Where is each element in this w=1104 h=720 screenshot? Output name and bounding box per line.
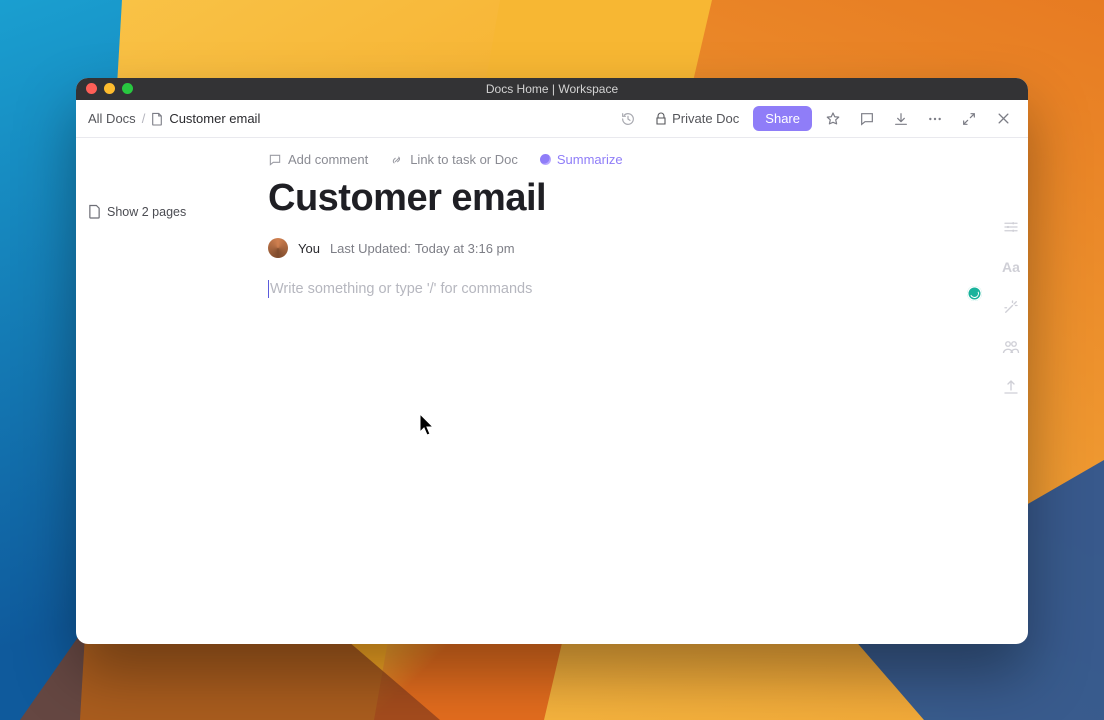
doc-main: Add comment Link to task or Doc Summariz…	[268, 138, 1028, 644]
history-icon[interactable]	[615, 106, 641, 132]
summarize-label: Summarize	[557, 152, 623, 167]
window-zoom-dot[interactable]	[122, 83, 133, 94]
doc-editor[interactable]: Write something or type '/' for commands	[268, 280, 998, 580]
text-caret	[268, 280, 269, 298]
privacy-toggle[interactable]: Private Doc	[649, 111, 745, 126]
sliders-icon[interactable]	[1002, 218, 1020, 236]
download-arrow-icon[interactable]	[888, 106, 914, 132]
window-minimize-dot[interactable]	[104, 83, 115, 94]
more-horizontal-icon[interactable]	[922, 106, 948, 132]
breadcrumb-current[interactable]: Customer email	[169, 111, 260, 126]
add-comment-label: Add comment	[288, 152, 368, 167]
app-window: Docs Home | Workspace All Docs / Custome…	[76, 78, 1028, 644]
window-titlebar: Docs Home | Workspace	[76, 78, 1028, 100]
comment-outline-icon	[268, 153, 282, 167]
add-comment-button[interactable]: Add comment	[268, 152, 368, 167]
close-icon[interactable]	[990, 106, 1016, 132]
doc-toolbar: All Docs / Customer email Private Doc Sh…	[76, 100, 1028, 138]
collapse-icon[interactable]	[956, 106, 982, 132]
doc-action-row: Add comment Link to task or Doc Summariz…	[268, 152, 998, 167]
link-to-doc-label: Link to task or Doc	[410, 152, 518, 167]
author-name[interactable]: You	[298, 241, 320, 256]
show-pages-toggle[interactable]: Show 2 pages	[86, 200, 258, 223]
share-button[interactable]: Share	[753, 106, 812, 131]
wand-icon[interactable]	[1002, 298, 1020, 316]
window-title: Docs Home | Workspace	[486, 82, 618, 96]
page-outline-icon	[88, 204, 101, 219]
upload-icon[interactable]	[1002, 378, 1020, 396]
show-pages-label: Show 2 pages	[107, 205, 186, 219]
lock-icon	[655, 112, 667, 126]
doc-meta: You Last Updated: Today at 3:16 pm	[268, 238, 998, 258]
last-updated-prefix: Last Updated:	[330, 241, 411, 256]
ai-summarize-icon	[540, 154, 551, 165]
link-diagonal-icon	[390, 153, 404, 167]
people-icon[interactable]	[1002, 338, 1020, 356]
editor-placeholder: Write something or type '/' for commands	[270, 281, 532, 297]
comment-icon[interactable]	[854, 106, 880, 132]
window-close-dot[interactable]	[86, 83, 97, 94]
last-updated-value: Today at 3:16 pm	[415, 241, 515, 256]
breadcrumb-sep: /	[142, 111, 146, 126]
link-to-doc-button[interactable]: Link to task or Doc	[390, 152, 518, 167]
star-outline-icon[interactable]	[820, 106, 846, 132]
text-aa-icon[interactable]: Aa	[1002, 258, 1020, 276]
breadcrumb: All Docs / Customer email	[88, 111, 260, 126]
doc-body: Show 2 pages Add comment Li	[76, 138, 1028, 644]
right-rail: Aa	[994, 218, 1028, 396]
privacy-label: Private Doc	[672, 111, 739, 126]
author-avatar[interactable]	[268, 238, 288, 258]
traffic-lights[interactable]	[86, 83, 133, 94]
breadcrumb-root[interactable]: All Docs	[88, 111, 136, 126]
grammarly-badge[interactable]	[967, 286, 982, 301]
summarize-button[interactable]: Summarize	[540, 152, 623, 167]
left-sidebar: Show 2 pages	[76, 138, 268, 644]
doc-title[interactable]: Customer email	[268, 177, 998, 220]
page-outline-icon	[151, 112, 163, 126]
desktop-wallpaper: Docs Home | Workspace All Docs / Custome…	[0, 0, 1104, 720]
